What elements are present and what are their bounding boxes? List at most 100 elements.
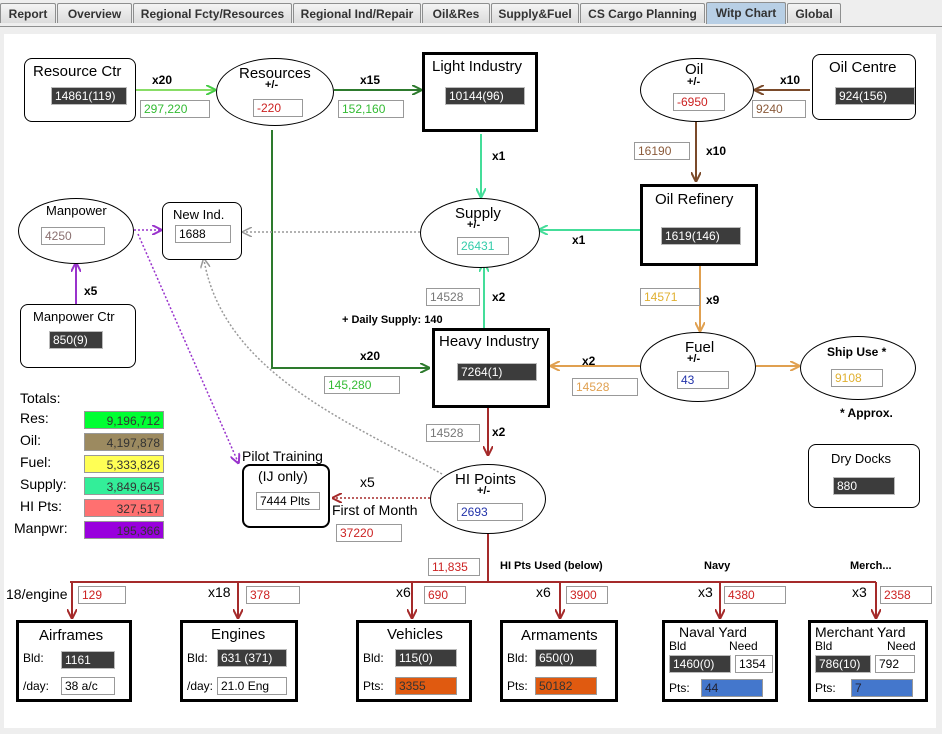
vehicles-cost: 690 [424,586,466,604]
engines-bld-label: Bld: [187,651,208,665]
oil-ref-flow-value: 16190 [634,142,690,160]
totals-fuel-value: 5,333,826 [84,455,164,473]
light-industry-title: Light Industry [432,58,523,75]
res-li-mult: x15 [360,73,381,87]
totals-manpwr-value: 195,366 [84,521,164,539]
supply-node: Supply +/- 26431 [420,198,540,268]
heavy-industry-node: Heavy Industry 7264(1) [432,328,550,408]
vehicles-pts-label: Pts: [363,679,384,693]
totals-res-label: Res: [20,410,49,426]
ship-use-node: Ship Use * 9108 [800,336,916,400]
heavy-industry-value: 7264(1) [457,363,537,381]
naval-yard-pts-label: Pts: [669,681,690,695]
resource-ctr-title: Resource Ctr [33,63,122,80]
oil-refinery-title: Oil Refinery [655,191,734,208]
res-li-flow-value: 152,160 [338,100,404,118]
engines-title: Engines [211,626,266,643]
oil-centre-title: Oil Centre [829,59,897,76]
ref-fuel-mult: x9 [706,293,720,307]
ref-supply-mult: x1 [572,233,586,247]
engines-day-value: 21.0 Eng [217,677,287,695]
tab-global[interactable]: Global [787,3,841,23]
merchant-yard-pts-label: Pts: [815,681,836,695]
tab-witp-chart[interactable]: Witp Chart [706,2,786,24]
totals-oil-value: 4,197,878 [84,433,164,451]
oil-centre-mult: x10 [780,73,801,87]
hi-supply-flow-value: 14528 [426,288,480,306]
totals-title: Totals: [20,390,61,406]
oil-centre-flow-value: 9240 [752,100,806,118]
hi-hip-flow-value: 14528 [426,424,480,442]
fuel-hi-mult: x2 [582,354,596,368]
naval-yard-bld-value: 1460(0) [669,655,731,673]
airframes-bld-value: 1161 [61,651,115,669]
vehicles-node: Vehicles Bld: 115(0) Pts: 3355 [356,620,472,702]
supply-value: 26431 [457,237,509,255]
manpower-value: 4250 [41,227,105,245]
tab-overview[interactable]: Overview [57,3,132,23]
armaments-mult: x6 [536,584,551,600]
heavy-industry-title: Heavy Industry [439,333,540,350]
ship-use-title: Ship Use * [827,345,887,359]
naval-yard-need-label: Need [729,639,758,653]
daily-supply-note: + Daily Supply: 140 [342,314,443,326]
hi-used-label: HI Pts Used (below) [500,560,603,572]
manpower-node: Manpower 4250 [18,198,134,264]
totals-res-value: 9,196,712 [84,411,164,429]
tab-oil-res[interactable]: Oil&Res [422,3,490,23]
engines-node: Engines Bld: 631 (371) /day: 21.0 Eng [180,620,298,702]
res-hi-mult: x20 [360,349,381,363]
airframes-day-value: 38 a/c [61,677,115,695]
manpower-ctr-node: Manpower Ctr 850(9) [20,304,136,368]
engines-cost: 378 [246,586,300,604]
merchant-yard-need-label: Need [887,639,916,653]
hi-supply-mult: x2 [492,290,506,304]
totals-supply-label: Supply: [20,476,67,492]
merchant-yard-bld-value: 786(10) [815,655,871,673]
airframes-node: Airframes Bld: 1161 /day: 38 a/c [16,620,132,702]
oil-centre-value: 924(156) [835,87,915,105]
armaments-node: Armaments Bld: 650(0) Pts: 50182 [500,620,618,702]
witp-chart-canvas: Resource Ctr 14861(119) x20 297,220 Reso… [4,34,936,728]
tab-cs-cargo-planning[interactable]: CS Cargo Planning [580,3,705,23]
armaments-cost: 3900 [566,586,608,604]
vehicles-bld-label: Bld: [363,651,384,665]
vehicles-pts-value: 3355 [395,677,457,695]
pilot-training-node: (IJ only) 7444 Plts [242,464,330,528]
pilot-training-sub: (IJ only) [258,468,308,484]
armaments-pts-label: Pts: [507,679,528,693]
engines-day-label: /day: [187,679,214,693]
hi-points-value: 2693 [457,503,523,521]
pilot-training-value: 7444 Plts [256,492,320,510]
oil-node: Oil +/- -6950 [640,58,754,122]
tab-regional-fcty-resources[interactable]: Regional Fcty/Resources [133,3,292,23]
light-industry-node: Light Industry 10144(96) [422,52,538,132]
merch-label: Merch... [850,560,892,572]
naval-yard-cost: 4380 [724,586,786,604]
first-of-month-value: 37220 [336,524,402,542]
tab-bar: Report Overview Regional Fcty/Resources … [0,0,942,27]
armaments-bld-value: 650(0) [535,649,597,667]
naval-yard-bld-label: Bld [669,639,687,653]
resources-plusminus: +/- [265,79,279,91]
dry-docks-title: Dry Docks [831,451,891,466]
tab-regional-ind-repair[interactable]: Regional Ind/Repair [293,3,421,23]
tab-report[interactable]: Report [0,3,56,23]
manpower-ctr-value: 850(9) [49,331,103,349]
supply-plusminus: +/- [467,219,481,231]
tab-supply-fuel[interactable]: Supply&Fuel [491,3,579,23]
ship-use-value: 9108 [831,369,883,387]
manpower-mult: x5 [84,284,98,298]
naval-yard-need-value: 1354 [735,655,773,673]
merchant-yard-need-value: 792 [875,655,915,673]
airframes-mult: 18/engine [6,586,68,602]
ref-fuel-flow-value: 14571 [640,288,700,306]
vehicles-bld-value: 115(0) [395,649,457,667]
dry-docks-value: 880 [833,477,895,495]
manpower-title: Manpower [46,203,107,218]
engines-mult: x18 [208,584,231,600]
new-ind-node: New Ind. 1688 [162,202,242,260]
totals-hipts-label: HI Pts: [20,498,63,514]
manpower-ctr-title: Manpower Ctr [33,309,115,324]
oil-refinery-node: Oil Refinery 1619(146) [640,184,758,266]
